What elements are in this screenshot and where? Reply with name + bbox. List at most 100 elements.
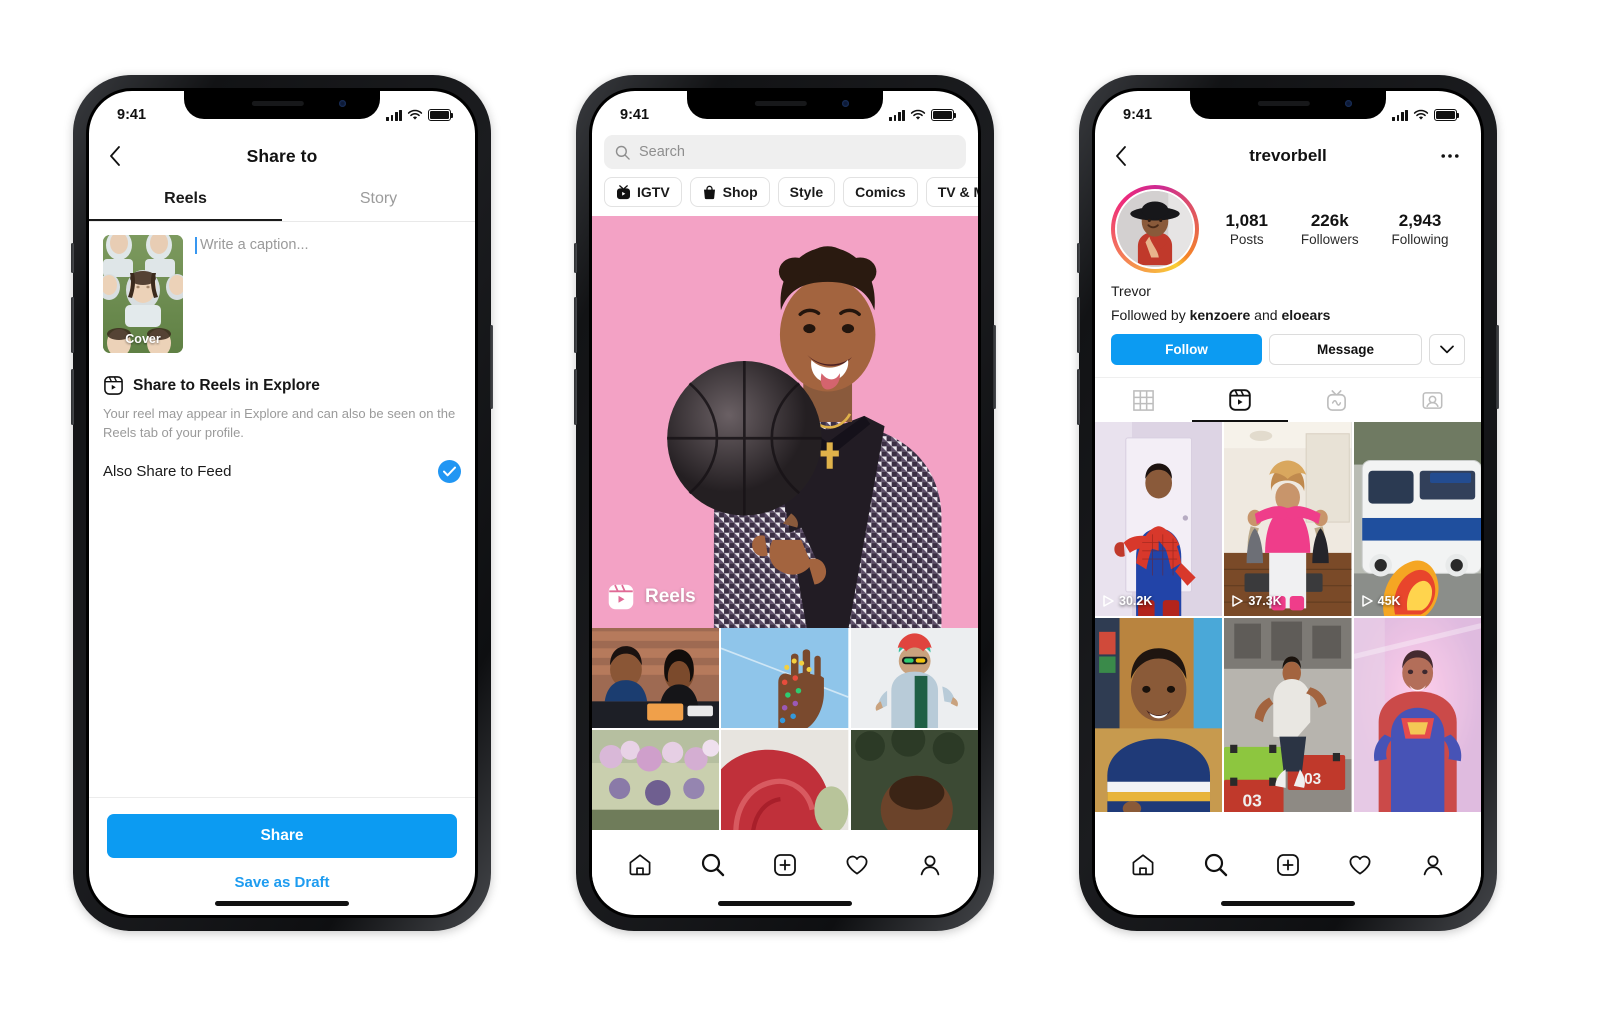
profile-username: trevorbell	[1249, 146, 1327, 165]
volume-up-button[interactable]	[71, 297, 74, 353]
play-icon	[1232, 595, 1244, 607]
mute-switch[interactable]	[71, 243, 74, 273]
chip-igtv[interactable]: IGTV	[604, 177, 682, 207]
profile-stats: 1,081 Posts 226k Followers 2,943 Followi…	[1199, 211, 1465, 247]
back-button[interactable]	[103, 140, 127, 172]
chip-tv-and-movies[interactable]: TV & Movies	[925, 177, 978, 207]
profile-content-tabs	[1095, 377, 1481, 422]
grid-icon	[1132, 389, 1154, 411]
tab-search[interactable]	[1203, 852, 1229, 878]
status-time: 9:41	[117, 107, 147, 123]
more-options-button[interactable]	[1435, 148, 1465, 165]
search-input[interactable]: Search	[604, 135, 966, 169]
also-share-checkbox[interactable]	[438, 459, 461, 483]
tab-reels[interactable]	[1192, 378, 1289, 422]
volume-up-button[interactable]	[1077, 297, 1080, 353]
tab-profile[interactable]	[1420, 852, 1446, 878]
stat-label: Followers	[1300, 232, 1359, 247]
avatar-story-ring[interactable]	[1111, 185, 1199, 273]
follow-button[interactable]: Follow	[1111, 334, 1262, 365]
mutual-follower-2[interactable]: eloears	[1281, 307, 1330, 323]
also-share-to-feed-row[interactable]: Also Share to Feed	[103, 459, 461, 483]
reel-item[interactable]: 37.3K	[1224, 422, 1352, 616]
volume-down-button[interactable]	[71, 369, 74, 425]
category-chips[interactable]: IGTV Shop Style Comics TV &	[592, 177, 978, 216]
stat-followers[interactable]: 226k Followers	[1301, 211, 1359, 247]
mute-switch[interactable]	[574, 243, 577, 273]
reel-item[interactable]: 03 03	[1224, 618, 1352, 812]
save-as-draft-button[interactable]: Save as Draft	[107, 874, 457, 891]
more-actions-button[interactable]	[1429, 334, 1465, 365]
tab-profile[interactable]	[917, 852, 943, 878]
explore-grid-item[interactable]	[850, 730, 978, 830]
share-to-explore-section: Share to Reels in Explore Your reel may …	[89, 353, 475, 443]
tab-home[interactable]	[1130, 852, 1156, 878]
share-button[interactable]: Share	[107, 814, 457, 858]
tab-reels[interactable]: Reels	[89, 179, 282, 221]
grid-image	[850, 628, 978, 728]
tab-grid[interactable]	[1095, 378, 1192, 422]
tab-create[interactable]	[1275, 852, 1301, 878]
tab-activity[interactable]	[844, 852, 870, 878]
cover-label: Cover	[125, 332, 161, 346]
tab-search[interactable]	[700, 852, 726, 878]
tab-tagged[interactable]	[1385, 378, 1482, 422]
battery-icon	[428, 109, 454, 121]
featured-reel-card[interactable]: Reels	[592, 216, 978, 628]
display-name: Trevor	[1111, 283, 1151, 299]
search-icon	[701, 853, 724, 877]
power-button[interactable]	[1496, 325, 1499, 409]
chip-comics[interactable]: Comics	[843, 177, 918, 207]
chip-style[interactable]: Style	[777, 177, 836, 207]
mute-switch[interactable]	[1077, 243, 1080, 273]
stat-posts[interactable]: 1,081 Posts	[1225, 211, 1268, 247]
status-bar: 9:41	[1095, 91, 1481, 133]
reel-item[interactable]	[1353, 618, 1481, 812]
avatar-image	[1117, 191, 1193, 267]
home-indicator[interactable]	[1221, 901, 1355, 906]
reels-badge-label: Reels	[645, 586, 696, 607]
volume-up-button[interactable]	[574, 297, 577, 353]
grid-image	[850, 730, 978, 830]
power-button[interactable]	[993, 325, 996, 409]
svg-text:03: 03	[1304, 771, 1321, 788]
volume-down-button[interactable]	[574, 369, 577, 425]
back-button[interactable]	[1109, 140, 1133, 172]
bottom-tab-bar	[1095, 839, 1481, 891]
phone-device-share-to: 9:41 Share to Reels Story Cover Write a …	[71, 75, 493, 931]
cover-thumbnail[interactable]: Cover	[103, 235, 183, 353]
tab-story[interactable]: Story	[282, 179, 475, 221]
power-button[interactable]	[490, 325, 493, 409]
igtv-icon	[1326, 389, 1346, 411]
explore-grid-item[interactable]	[592, 730, 720, 830]
reel-thumbnail	[1224, 422, 1352, 616]
stat-following[interactable]: 2,943 Following	[1392, 211, 1449, 247]
tab-home[interactable]	[627, 852, 653, 878]
status-indicators	[1392, 109, 1460, 121]
home-indicator[interactable]	[215, 901, 349, 906]
battery-icon	[931, 109, 957, 121]
mutual-follower-1[interactable]: kenzoere	[1190, 307, 1251, 323]
reel-thumbnail: 03 03	[1224, 618, 1352, 812]
status-indicators	[889, 109, 957, 121]
explore-grid-item[interactable]	[721, 628, 849, 728]
tab-create[interactable]	[772, 852, 798, 878]
tab-igtv[interactable]	[1288, 378, 1385, 422]
volume-down-button[interactable]	[1077, 369, 1080, 425]
heart-icon	[1349, 855, 1371, 875]
explore-grid-item[interactable]	[592, 628, 720, 728]
explore-grid-item[interactable]	[850, 628, 978, 728]
chevron-left-icon	[1116, 146, 1126, 166]
view-count-text: 45K	[1377, 594, 1401, 608]
plus-square-icon	[774, 854, 796, 876]
message-button[interactable]: Message	[1269, 334, 1422, 365]
caption-input[interactable]: Write a caption...	[195, 235, 461, 353]
chip-shop[interactable]: Shop	[689, 177, 770, 207]
reel-item[interactable]	[1095, 618, 1223, 812]
reel-item[interactable]: 30.2K	[1095, 422, 1223, 616]
reel-item[interactable]: 45K	[1353, 422, 1481, 616]
explore-grid-item[interactable]	[721, 730, 849, 830]
wifi-icon	[407, 109, 423, 120]
home-indicator[interactable]	[718, 901, 852, 906]
tab-activity[interactable]	[1347, 852, 1373, 878]
